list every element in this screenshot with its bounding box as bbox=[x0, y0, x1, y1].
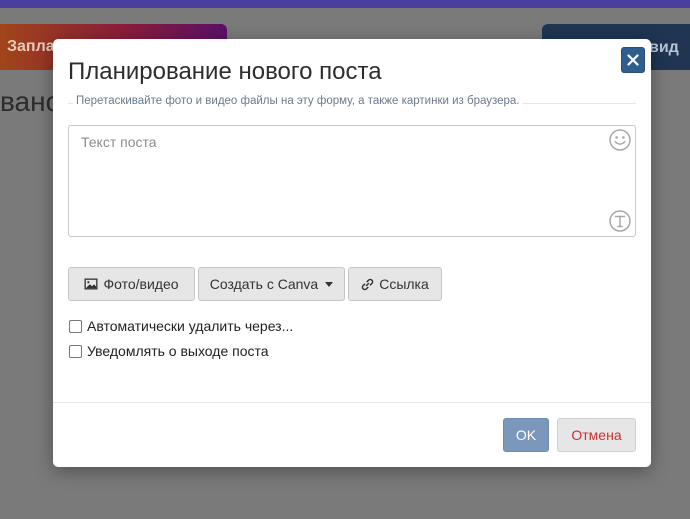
post-text-input[interactable] bbox=[68, 125, 636, 237]
font-icon[interactable] bbox=[608, 209, 632, 233]
photo-video-button[interactable]: Фото/видео bbox=[68, 267, 195, 301]
dialog-title: Планирование нового поста bbox=[68, 58, 382, 85]
autodelete-option[interactable]: Автоматически удалить через... bbox=[69, 318, 293, 334]
ok-button[interactable]: OK bbox=[503, 418, 549, 452]
link-icon bbox=[362, 278, 374, 290]
footer-divider bbox=[53, 402, 651, 403]
autodelete-checkbox[interactable] bbox=[69, 319, 82, 333]
emoji-icon[interactable] bbox=[608, 128, 632, 152]
close-icon bbox=[627, 54, 639, 66]
cancel-button[interactable]: Отмена bbox=[557, 418, 636, 452]
notify-option[interactable]: Уведомлять о выходе поста bbox=[69, 343, 269, 359]
autodelete-label: Автоматически удалить через... bbox=[87, 318, 294, 334]
caret-down-icon bbox=[325, 281, 334, 287]
new-post-dialog: Планирование нового поста Перетаскивайте… bbox=[53, 39, 651, 467]
background-heading: вано bbox=[0, 86, 60, 117]
top-bar bbox=[0, 0, 690, 8]
notify-checkbox[interactable] bbox=[69, 344, 82, 358]
image-icon bbox=[84, 278, 98, 290]
photo-video-label: Фото/видео bbox=[103, 276, 179, 292]
notify-label: Уведомлять о выходе поста bbox=[87, 343, 269, 359]
canva-label: Создать с Canva bbox=[209, 276, 319, 292]
link-label: Ссылка bbox=[379, 276, 429, 292]
link-button[interactable]: Ссылка bbox=[348, 267, 442, 301]
drop-hint: Перетаскивайте фото и видео файлы на эту… bbox=[73, 95, 523, 107]
close-button[interactable] bbox=[621, 47, 645, 73]
create-with-canva-button[interactable]: Создать с Canva bbox=[198, 267, 345, 301]
